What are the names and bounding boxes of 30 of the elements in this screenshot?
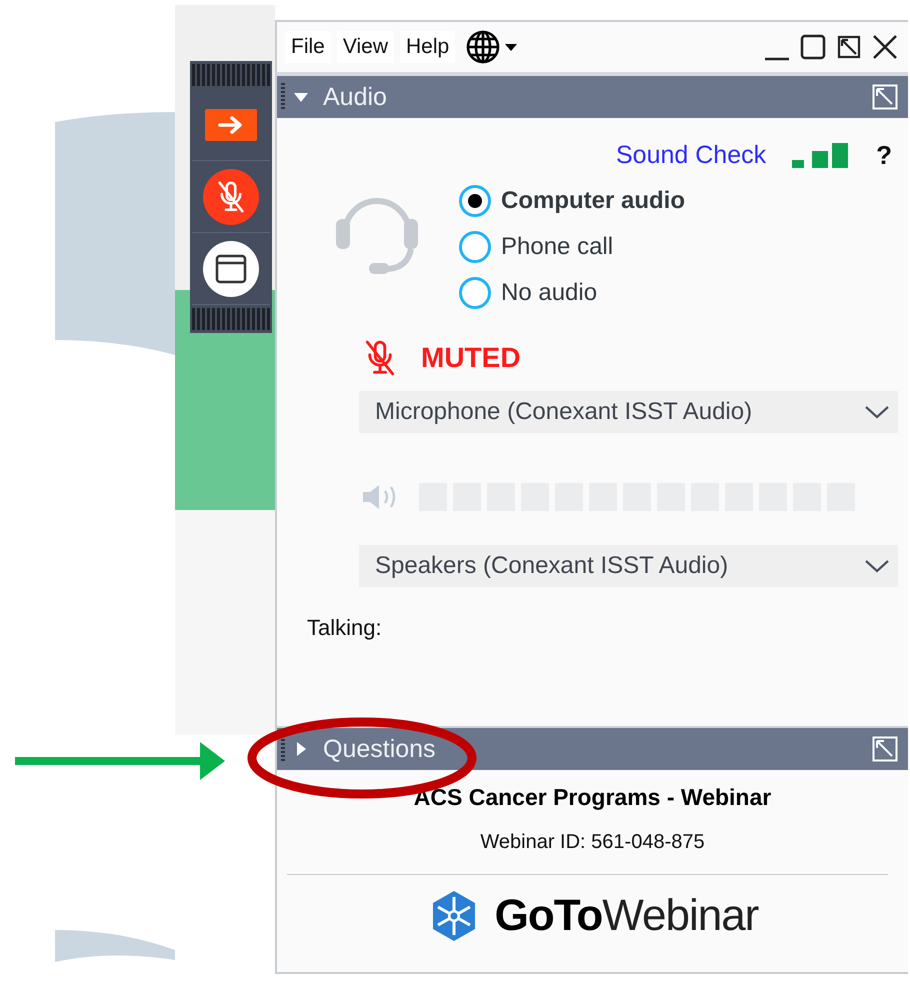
audio-option[interactable]: Computer audio: [459, 185, 685, 217]
audio-option[interactable]: No audio: [459, 277, 685, 309]
menu-item[interactable]: Help: [400, 31, 456, 63]
logo-text: GoToWebinar: [494, 891, 758, 941]
speakers-dropdown[interactable]: Speakers (Conexant ISST Audio): [359, 545, 898, 587]
webinar-id: Webinar ID: 561-048-875: [480, 831, 705, 854]
questions-section-header[interactable]: Questions: [277, 726, 908, 770]
microphone-dropdown[interactable]: Microphone (Conexant ISST Audio): [359, 391, 898, 433]
talking-label: Talking:: [307, 615, 383, 641]
signal-icon: [792, 142, 850, 168]
grip-handle[interactable]: [192, 64, 270, 86]
audio-option[interactable]: Phone call: [459, 231, 685, 263]
radio-button[interactable]: [459, 185, 491, 217]
menu-item[interactable]: File: [285, 31, 331, 63]
window-icon: [215, 252, 247, 284]
grip-handle[interactable]: [192, 308, 270, 330]
microphone-status: MUTED: [421, 342, 521, 374]
maximize-icon[interactable]: [798, 32, 828, 62]
arrow-icon: [218, 114, 244, 134]
collapse-panel-button[interactable]: [205, 108, 257, 140]
chevron-down-icon: [864, 404, 890, 420]
menu-item[interactable]: View: [336, 31, 394, 63]
sound-check-link[interactable]: Sound Check: [616, 141, 766, 170]
radio-button[interactable]: [459, 231, 491, 263]
section-title: Audio: [323, 82, 387, 112]
audio-section-header[interactable]: Audio: [277, 76, 908, 118]
section-title: Questions: [323, 734, 436, 764]
help-mark[interactable]: ?: [876, 140, 892, 171]
radio-button[interactable]: [459, 277, 491, 309]
chevron-down-icon: [864, 558, 890, 574]
